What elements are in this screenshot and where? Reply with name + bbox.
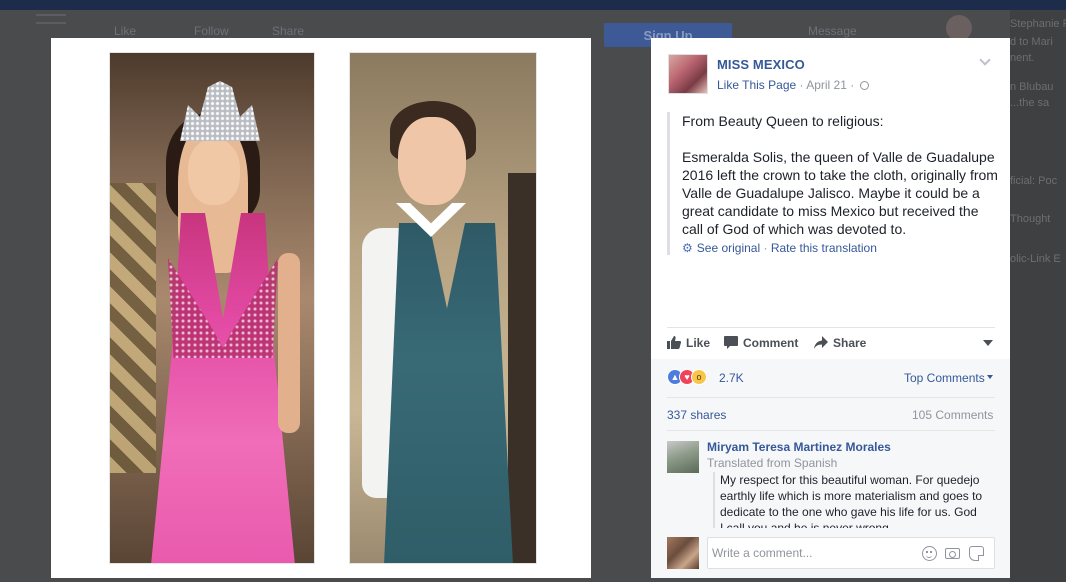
comment-text: My respect for this beautiful woman. For… — [713, 472, 983, 528]
comment-button[interactable]: Comment — [724, 336, 798, 350]
like-label: Like — [686, 336, 711, 350]
bg-follow-link: Follow — [194, 24, 229, 38]
translation-row: ⚙ See original · Rate this translation — [682, 241, 999, 255]
gear-icon[interactable]: ⚙ — [682, 241, 693, 255]
comment-input[interactable] — [712, 546, 912, 560]
share-label: Share — [833, 336, 867, 350]
arm-shape — [278, 253, 300, 433]
post-body: From Beauty Queen to religious: Esmerald… — [667, 112, 999, 255]
post-paragraph: Esmeralda Solis, the queen of Valle de G… — [682, 149, 998, 237]
shares-link[interactable]: 337 shares — [667, 408, 726, 422]
like-page-link[interactable]: Like This Page — [717, 78, 796, 92]
caret-down-icon — [986, 375, 993, 379]
comment-icon — [724, 336, 738, 349]
bg-right-item: Stephanie Faz — [1010, 18, 1066, 30]
emoji-icon[interactable] — [922, 546, 937, 561]
bg-right-item: ficial: Poc — [1010, 175, 1058, 187]
meta-separator: · — [850, 78, 858, 92]
bg-like-link: Like — [114, 24, 137, 38]
action-bar: Like Comment Share — [667, 327, 995, 359]
share-arrow-icon — [814, 336, 828, 349]
bg-message-link: Message — [808, 24, 857, 38]
photo-viewer[interactable] — [51, 38, 591, 578]
background-nav: Like Follow Share Message — [60, 18, 960, 40]
rate-translation-link[interactable]: Rate this translation — [771, 241, 877, 255]
sticker-icon[interactable] — [969, 546, 984, 561]
user-avatar — [667, 537, 699, 569]
crown-shape — [180, 81, 260, 141]
globe-icon — [859, 81, 869, 90]
top-comments-label: Top Comments — [904, 371, 985, 385]
comment-translated-label: Translated from Spanish — [707, 456, 838, 470]
comments-count[interactable]: 105 Comments — [912, 408, 993, 422]
top-bar — [0, 0, 1066, 10]
camera-icon[interactable] — [945, 548, 960, 559]
teal-jumper-shape — [384, 223, 513, 563]
bg-right-item: d to Mari — [1010, 36, 1053, 48]
bg-right-item: nent. — [1010, 52, 1035, 64]
post-meta: Like This Page · April 21 · — [717, 78, 869, 92]
share-button[interactable]: Share — [814, 336, 866, 350]
see-original-link[interactable]: See original — [697, 241, 760, 255]
bg-right-item: ...the sa — [1010, 97, 1050, 109]
post-paragraph: From Beauty Queen to religious: — [682, 113, 884, 129]
like-button[interactable]: Like — [667, 336, 710, 350]
divider — [667, 430, 995, 431]
caret-down-icon[interactable] — [983, 340, 993, 346]
thumbs-up-icon — [667, 336, 681, 349]
bg-right-item: n Blubau — [1010, 81, 1054, 93]
meta-separator: · — [763, 241, 771, 255]
post-text: From Beauty Queen to religious: Esmerald… — [682, 112, 999, 238]
comment-label: Comment — [743, 336, 799, 350]
face-shape — [188, 139, 240, 205]
argyle-sweater-shape — [110, 183, 156, 473]
face-shape — [398, 117, 466, 205]
commenter-avatar[interactable] — [667, 441, 699, 473]
bg-share-link: Share — [272, 24, 305, 38]
wow-reaction-icon: o — [691, 369, 707, 385]
page-avatar[interactable] — [668, 54, 708, 94]
top-comments-dropdown[interactable]: Top Comments — [904, 371, 993, 385]
background-right-column: Stephanie Faz d to Mari nent. n Blubau .… — [1010, 10, 1066, 582]
comment-composer[interactable] — [707, 537, 995, 569]
page-name-link[interactable]: MISS MEXICO — [717, 57, 805, 72]
post-panel: MISS MEXICO Like This Page · April 21 · … — [651, 38, 1010, 578]
post-date[interactable]: April 21 — [806, 78, 847, 92]
bg-right-item: olic-Link E — [1010, 253, 1061, 265]
reaction-count[interactable]: 2.7K — [719, 371, 744, 385]
chevron-down-icon[interactable] — [978, 55, 992, 69]
photo-religious — [349, 52, 537, 564]
bg-right-item: Thought — [1010, 213, 1051, 225]
divider — [667, 397, 995, 398]
background-person-shape — [508, 173, 536, 563]
photo-beauty-queen — [109, 52, 315, 564]
comment-author-link[interactable]: Miryam Teresa Martinez Morales — [707, 440, 891, 454]
